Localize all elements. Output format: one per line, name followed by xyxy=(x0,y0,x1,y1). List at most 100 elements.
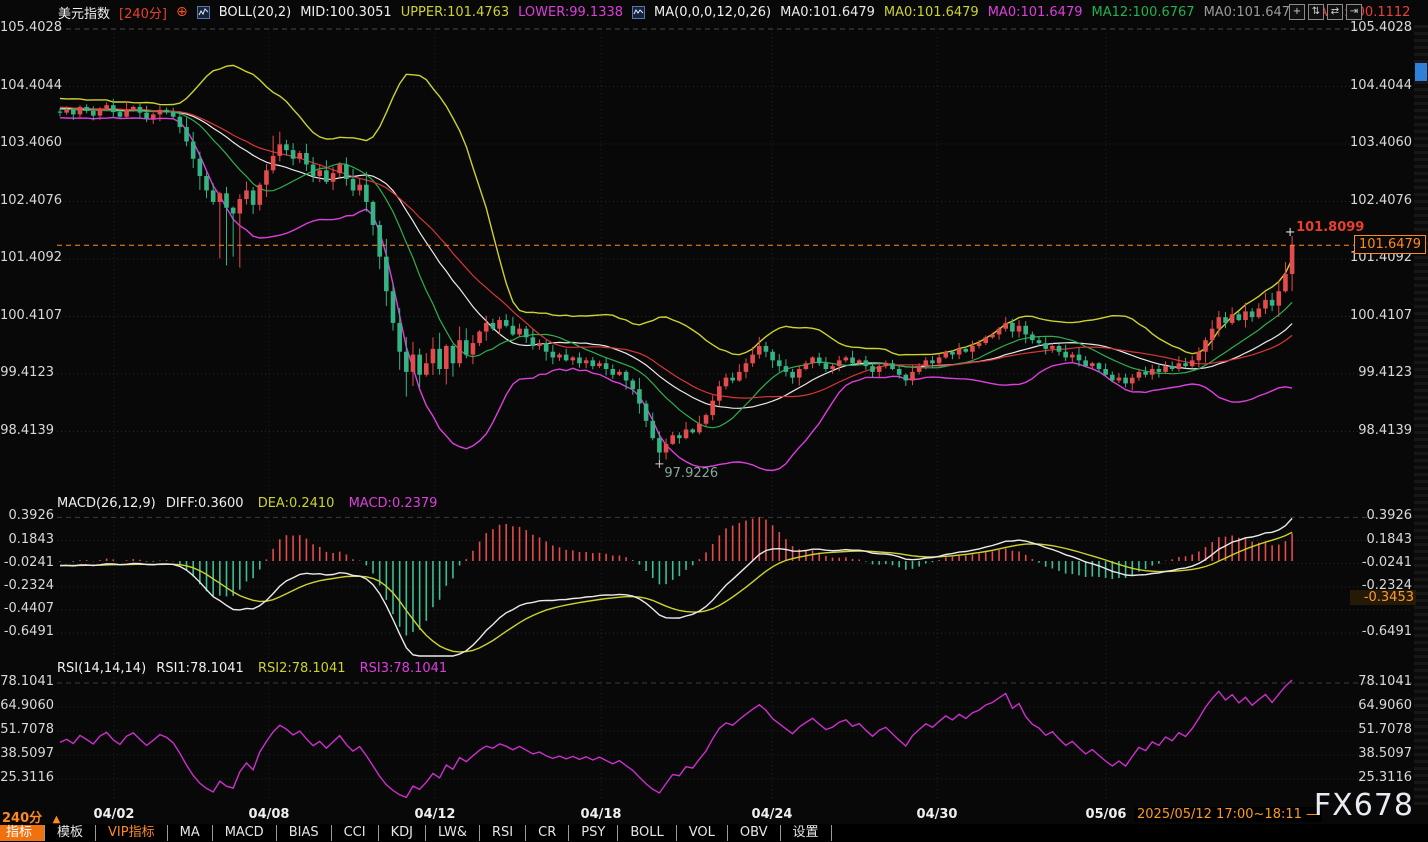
macd-diff-value: DIFF:0.3600 xyxy=(166,496,244,511)
ma-legend-item: MA0:101.6479 xyxy=(780,5,875,20)
rsi-axis-label-right: 38.5097 xyxy=(1350,746,1412,761)
macd-axis-label-right: -0.6491 xyxy=(1350,624,1412,639)
ma-legend-item: MA0:101.6479 xyxy=(988,5,1083,20)
indicator-toolbar: 指标模板VIP指标MAMACDBIASCCIKDJLW&RSICRPSYBOLL… xyxy=(0,824,1428,842)
toolbar-tab-LW&[interactable]: LW& xyxy=(426,825,480,841)
right-scrollbar-thumb[interactable] xyxy=(1415,63,1427,81)
boll-label: BOLL(20,2) xyxy=(219,5,292,20)
rsi-axis-label-right: 78.1041 xyxy=(1350,674,1412,689)
rsi-axis-label-left: 64.9060 xyxy=(0,698,54,713)
toolbar-tab-KDJ[interactable]: KDJ xyxy=(379,825,426,841)
date-axis-label: 04/02 xyxy=(94,807,135,822)
rsi-axis-label-left: 51.7078 xyxy=(0,722,54,737)
toolbar-tab-VIP指标[interactable]: VIP指标 xyxy=(96,825,168,841)
macd-axis-label-left: -0.6491 xyxy=(0,624,54,639)
price-axis-label-left: 105.4028 xyxy=(0,20,54,35)
rsi-axis-label-left: 25.3116 xyxy=(0,770,54,785)
macd-axis-label-left: -0.2324 xyxy=(0,578,54,593)
rsi-axis-label-right: 51.7078 xyxy=(1350,722,1412,737)
date-axis-label: 04/18 xyxy=(581,807,622,822)
price-axis-label-right: 100.4107 xyxy=(1350,308,1412,323)
chart-header: 美元指数 [240分] ⊕ BOLL(20,2) MID:100.3051 UP… xyxy=(0,0,1428,24)
rsi3-value: RSI3:78.1041 xyxy=(360,661,448,676)
price-axis-label-right: 103.4060 xyxy=(1350,135,1412,150)
macd-panel-title: MACD(26,12,9) DIFF:0.3600 DEA:0.2410 MAC… xyxy=(57,496,437,511)
macd-title: MACD(26,12,9) xyxy=(57,496,156,511)
boll-mid-value: MID:100.3051 xyxy=(300,5,391,20)
toolbar-tab-PSY[interactable]: PSY xyxy=(569,825,618,841)
macd-axis-label-right: -0.0241 xyxy=(1350,555,1412,570)
toolbar-tab-MACD[interactable]: MACD xyxy=(213,825,277,841)
low-price-label: 97.9226 xyxy=(664,466,718,481)
price-axis-label-right: 102.4076 xyxy=(1350,193,1412,208)
macd-axis-label-left: 0.3926 xyxy=(0,508,54,523)
toolbar-tab-BOLL[interactable]: BOLL xyxy=(618,825,676,841)
macd-axis-label-left: -0.4407 xyxy=(0,601,54,616)
date-axis-label: 04/08 xyxy=(249,807,290,822)
toolbar-tab-RSI[interactable]: RSI xyxy=(480,825,526,841)
rsi-axis-label-right: 64.9060 xyxy=(1350,698,1412,713)
chart-canvas[interactable] xyxy=(0,0,1428,842)
macd-axis-label-right: 0.3926 xyxy=(1350,508,1412,523)
macd-axis-label-left: 0.1843 xyxy=(0,532,54,547)
trading-terminal: 美元指数 [240分] ⊕ BOLL(20,2) MID:100.3051 UP… xyxy=(0,0,1428,842)
scale-vertical-icon[interactable]: ⇅ xyxy=(1308,4,1324,20)
toolbar-tab-MA[interactable]: MA xyxy=(168,825,213,841)
move-crosshair-icon[interactable]: + xyxy=(1289,4,1305,20)
date-axis-label: 05/06 xyxy=(1086,807,1127,822)
rsi1-value: RSI1:78.1041 xyxy=(156,661,244,676)
ma-legend-item: MA12:100.6767 xyxy=(1092,5,1195,20)
price-axis-label-left: 103.4060 xyxy=(0,135,54,150)
macd-axis-label-left: -0.0241 xyxy=(0,555,54,570)
toolbar-tab-指标[interactable]: 指标 xyxy=(0,825,45,841)
ma-legend-item: MA0:101.6479 xyxy=(1204,5,1299,20)
price-axis-label-left: 102.4076 xyxy=(0,193,54,208)
boll-indicator-chip-icon[interactable] xyxy=(197,6,210,19)
price-axis-label-left: 104.4044 xyxy=(0,78,54,93)
toolbar-tab-模板[interactable]: 模板 xyxy=(45,825,96,841)
boll-lower-value: LOWER:99.1338 xyxy=(518,5,623,20)
alarm-icon[interactable]: ⊕ xyxy=(176,4,188,20)
price-axis-label-right: 105.4028 xyxy=(1350,20,1412,35)
price-axis-label-left: 98.4139 xyxy=(0,423,54,438)
watermark-logo: FX678 xyxy=(1314,788,1414,823)
price-axis-label-right: 98.4139 xyxy=(1350,423,1412,438)
toolbar-tab-OBV[interactable]: OBV xyxy=(728,825,781,841)
session-timestamp: 2025/05/12 17:00~18:11 — xyxy=(1134,807,1322,822)
macd-dea-value: DEA:0.2410 xyxy=(258,496,335,511)
toolbar-tab-CR[interactable]: CR xyxy=(526,825,569,841)
right-scrollbar-track[interactable] xyxy=(1414,25,1428,805)
rsi-title: RSI(14,14,14) xyxy=(57,661,146,676)
toolbar-tab-设置[interactable]: 设置 xyxy=(781,825,832,841)
rsi-axis-label-left: 38.5097 xyxy=(0,746,54,761)
toolbar-tab-VOL[interactable]: VOL xyxy=(677,825,728,841)
shift-right-icon[interactable]: ⇥ xyxy=(1346,4,1362,20)
boll-upper-value: UPPER:101.4763 xyxy=(401,5,509,20)
rsi-axis-label-left: 78.1041 xyxy=(0,674,54,689)
toolbar-tab-BIAS[interactable]: BIAS xyxy=(277,825,332,841)
chart-window-controls: +⇅⇄⇥ xyxy=(1289,4,1362,20)
ma-label: MA(0,0,0,12,0,26) xyxy=(654,5,771,20)
price-axis-label-right: 99.4123 xyxy=(1350,365,1412,380)
rsi-axis-label-right: 25.3116 xyxy=(1350,770,1412,785)
date-axis-label: 04/24 xyxy=(752,807,793,822)
rsi-panel-title: RSI(14,14,14) RSI1:78.1041 RSI2:78.1041 … xyxy=(57,661,447,676)
toolbar-tab-CCI[interactable]: CCI xyxy=(332,825,379,841)
date-axis-label: 04/30 xyxy=(917,807,958,822)
price-axis-label-left: 101.4092 xyxy=(0,250,54,265)
macd-macd-value: MACD:0.2379 xyxy=(349,496,438,511)
date-axis-label: 04/12 xyxy=(415,807,456,822)
high-price-label: 101.8099 xyxy=(1296,220,1364,235)
symbol-name: 美元指数 xyxy=(58,3,110,22)
price-axis-label-left: 99.4123 xyxy=(0,365,54,380)
rsi2-value: RSI2:78.1041 xyxy=(258,661,346,676)
period-badge[interactable]: [240分] xyxy=(119,3,167,22)
price-axis-label-right: 104.4044 xyxy=(1350,78,1412,93)
ma-indicator-chip-icon[interactable] xyxy=(632,6,645,19)
macd-axis-label-highlight: -0.3453 xyxy=(1350,590,1416,605)
ma-legend-item: MA0:101.6479 xyxy=(884,5,979,20)
current-price-box: 101.6479 xyxy=(1354,235,1426,254)
scale-horizontal-icon[interactable]: ⇄ xyxy=(1327,4,1343,20)
price-axis-label-left: 100.4107 xyxy=(0,308,54,323)
macd-axis-label-right: 0.1843 xyxy=(1350,532,1412,547)
